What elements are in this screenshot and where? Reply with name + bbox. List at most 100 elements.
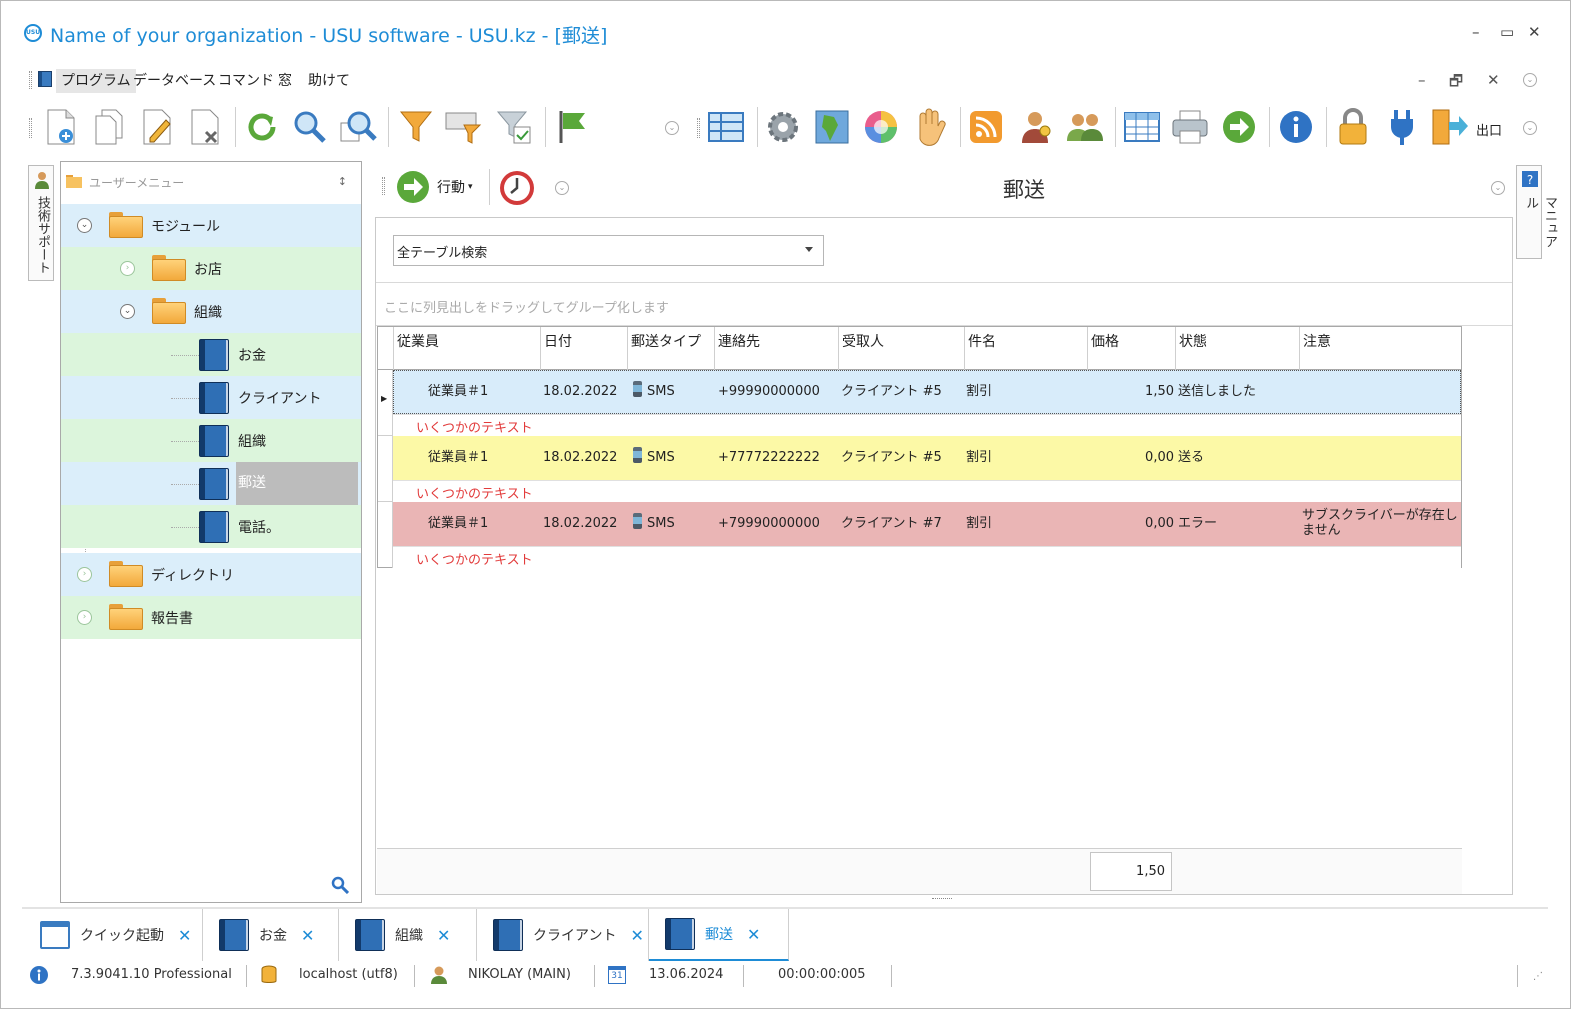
delete-doc-icon[interactable] [185,107,225,147]
menu-overflow-icon[interactable]: ⌄ [1523,73,1537,87]
tree-item-phone[interactable]: 電話。 [61,505,361,548]
tab-quick-launch[interactable]: クイック起動 ✕ [22,909,203,961]
col-note[interactable]: 注意 [1299,327,1461,370]
splitter-handle[interactable] [932,898,952,899]
table-search-combo[interactable]: 全テーブル検索 [393,235,824,266]
clock-icon[interactable] [498,169,536,207]
info-icon[interactable] [1276,107,1316,147]
toolbar-grip-2[interactable] [697,118,700,138]
close-tab-icon[interactable]: ✕ [301,926,314,945]
collapse-icon[interactable]: ⌄ [120,304,135,319]
tree-item-org-book[interactable]: 組織 [61,419,361,462]
col-mailing-type[interactable]: 郵送タイプ [627,327,714,370]
maximize-button[interactable]: ▭ [1500,23,1514,41]
edit-doc-icon[interactable] [137,107,177,147]
printer-icon[interactable] [1170,107,1210,147]
expand-icon[interactable]: › [77,567,92,582]
tree-item-clients[interactable]: クライアント [61,376,361,419]
tab-mailing[interactable]: 郵送 ✕ [649,909,789,961]
tab-organization[interactable]: 組織 ✕ [339,909,477,961]
content-overflow-icon[interactable]: ⌄ [1491,181,1505,195]
content-toolbar-overflow-icon[interactable]: ⌄ [555,181,569,195]
close-tab-icon[interactable]: ✕ [747,925,760,944]
menu-grip[interactable] [29,71,32,89]
tab-money[interactable]: お金 ✕ [203,909,339,961]
chevron-down-icon[interactable] [805,247,813,252]
collapse-icon[interactable]: ⌄ [77,218,92,233]
col-subject[interactable]: 件名 [964,327,1087,370]
table-row[interactable]: 従業員＃1 18.02.2022 SMS +77772222222 クライアント… [393,436,1461,480]
table-icon[interactable] [1122,107,1162,147]
col-date[interactable]: 日付 [540,327,627,370]
table-row[interactable]: 従業員＃1 18.02.2022 SMS +79990000000 クライアント… [393,502,1461,546]
filter-select-icon[interactable] [443,107,483,147]
menu-help[interactable]: 助けて [303,69,355,93]
rss-icon[interactable] [966,107,1006,147]
mdi-minimize-button[interactable]: – [1418,71,1426,89]
map-icon[interactable] [812,107,852,147]
close-tab-icon[interactable]: ✕ [630,926,643,945]
search-icon[interactable] [331,876,349,894]
row-indicator[interactable]: ▶ [378,370,393,436]
toolbar-grip[interactable] [29,118,32,138]
close-tab-icon[interactable]: ✕ [437,926,450,945]
expand-icon[interactable]: › [77,610,92,625]
copy-doc-icon[interactable] [89,107,129,147]
toolbar-overflow-icon-2[interactable]: ⌄ [1523,121,1537,135]
toolbar-separator [1326,107,1327,147]
col-recipient[interactable]: 受取人 [838,327,964,370]
action-button[interactable]: 行動 ▾ [395,169,473,205]
menu-program[interactable]: プログラム [56,69,136,93]
tree-item-money[interactable]: お金 [61,333,361,376]
mdi-restore-button[interactable]: 🗗 [1449,71,1463,96]
filter-clear-icon[interactable] [494,107,534,147]
expand-icon[interactable]: › [120,261,135,276]
exit-icon[interactable] [1429,107,1469,147]
color-wheel-icon[interactable] [861,107,901,147]
tree-item-label: 報告書 [151,611,193,627]
col-price[interactable]: 価格 [1087,327,1175,370]
tech-support-side-tab[interactable]: 技術サポート [28,165,54,281]
users-icon[interactable] [1065,107,1105,147]
col-employee[interactable]: 従業員 [393,327,540,370]
user-key-icon[interactable] [1017,107,1057,147]
tab-clients[interactable]: クライアント ✕ [477,909,649,961]
table-row[interactable]: 従業員＃1 18.02.2022 SMS +99990000000 クライアント… [393,370,1461,414]
layout-icon[interactable] [706,107,746,147]
tree-item-directory[interactable]: › ディレクトリ [61,553,361,596]
close-button[interactable]: ✕ [1528,23,1541,41]
new-doc-icon[interactable] [41,107,81,147]
refresh-icon[interactable] [242,107,282,147]
manual-side-tab[interactable]: ? マニュアル [1516,165,1557,259]
menu-window[interactable]: 窓 [273,69,297,93]
tree-item-organization[interactable]: ⌄ 組織 [61,290,361,333]
col-status[interactable]: 状態 [1175,327,1299,370]
filter-icon[interactable] [396,107,436,147]
mdi-close-button[interactable]: ✕ [1487,71,1500,89]
pin-icon[interactable]: ↕ [338,175,347,188]
tree-item-reports[interactable]: › 報告書 [61,596,361,639]
hand-icon[interactable] [910,107,950,147]
menu-command[interactable]: コマンド [213,69,279,93]
close-tab-icon[interactable]: ✕ [178,926,191,945]
lock-icon[interactable] [1333,107,1373,147]
row-indicator[interactable] [378,436,393,502]
search-advanced-icon[interactable] [338,107,378,147]
plug-icon[interactable] [1382,107,1422,147]
resize-grip-icon[interactable]: ⋰ [1533,971,1543,982]
group-panel[interactable]: ここに列見出しをドラッグしてグループ化します [376,282,1512,326]
settings-icon[interactable] [763,107,803,147]
col-contact[interactable]: 連絡先 [714,327,838,370]
arrow-right-icon[interactable] [1219,107,1259,147]
flag-icon[interactable] [553,107,593,147]
toolbar-overflow-icon[interactable]: ⌄ [665,121,679,135]
row-indicator[interactable] [378,502,393,568]
tree-item-shop[interactable]: › お店 [61,247,361,290]
tree-item-mailing[interactable]: 郵送 [61,462,361,505]
menu-database[interactable]: データベース [128,69,221,93]
tree-item-modules[interactable]: ⌄ モジュール [61,204,361,247]
search-icon[interactable] [290,107,330,147]
minimize-button[interactable]: – [1472,23,1480,41]
content-toolbar-grip[interactable] [382,177,385,195]
exit-label[interactable]: 出口 [1476,120,1502,139]
